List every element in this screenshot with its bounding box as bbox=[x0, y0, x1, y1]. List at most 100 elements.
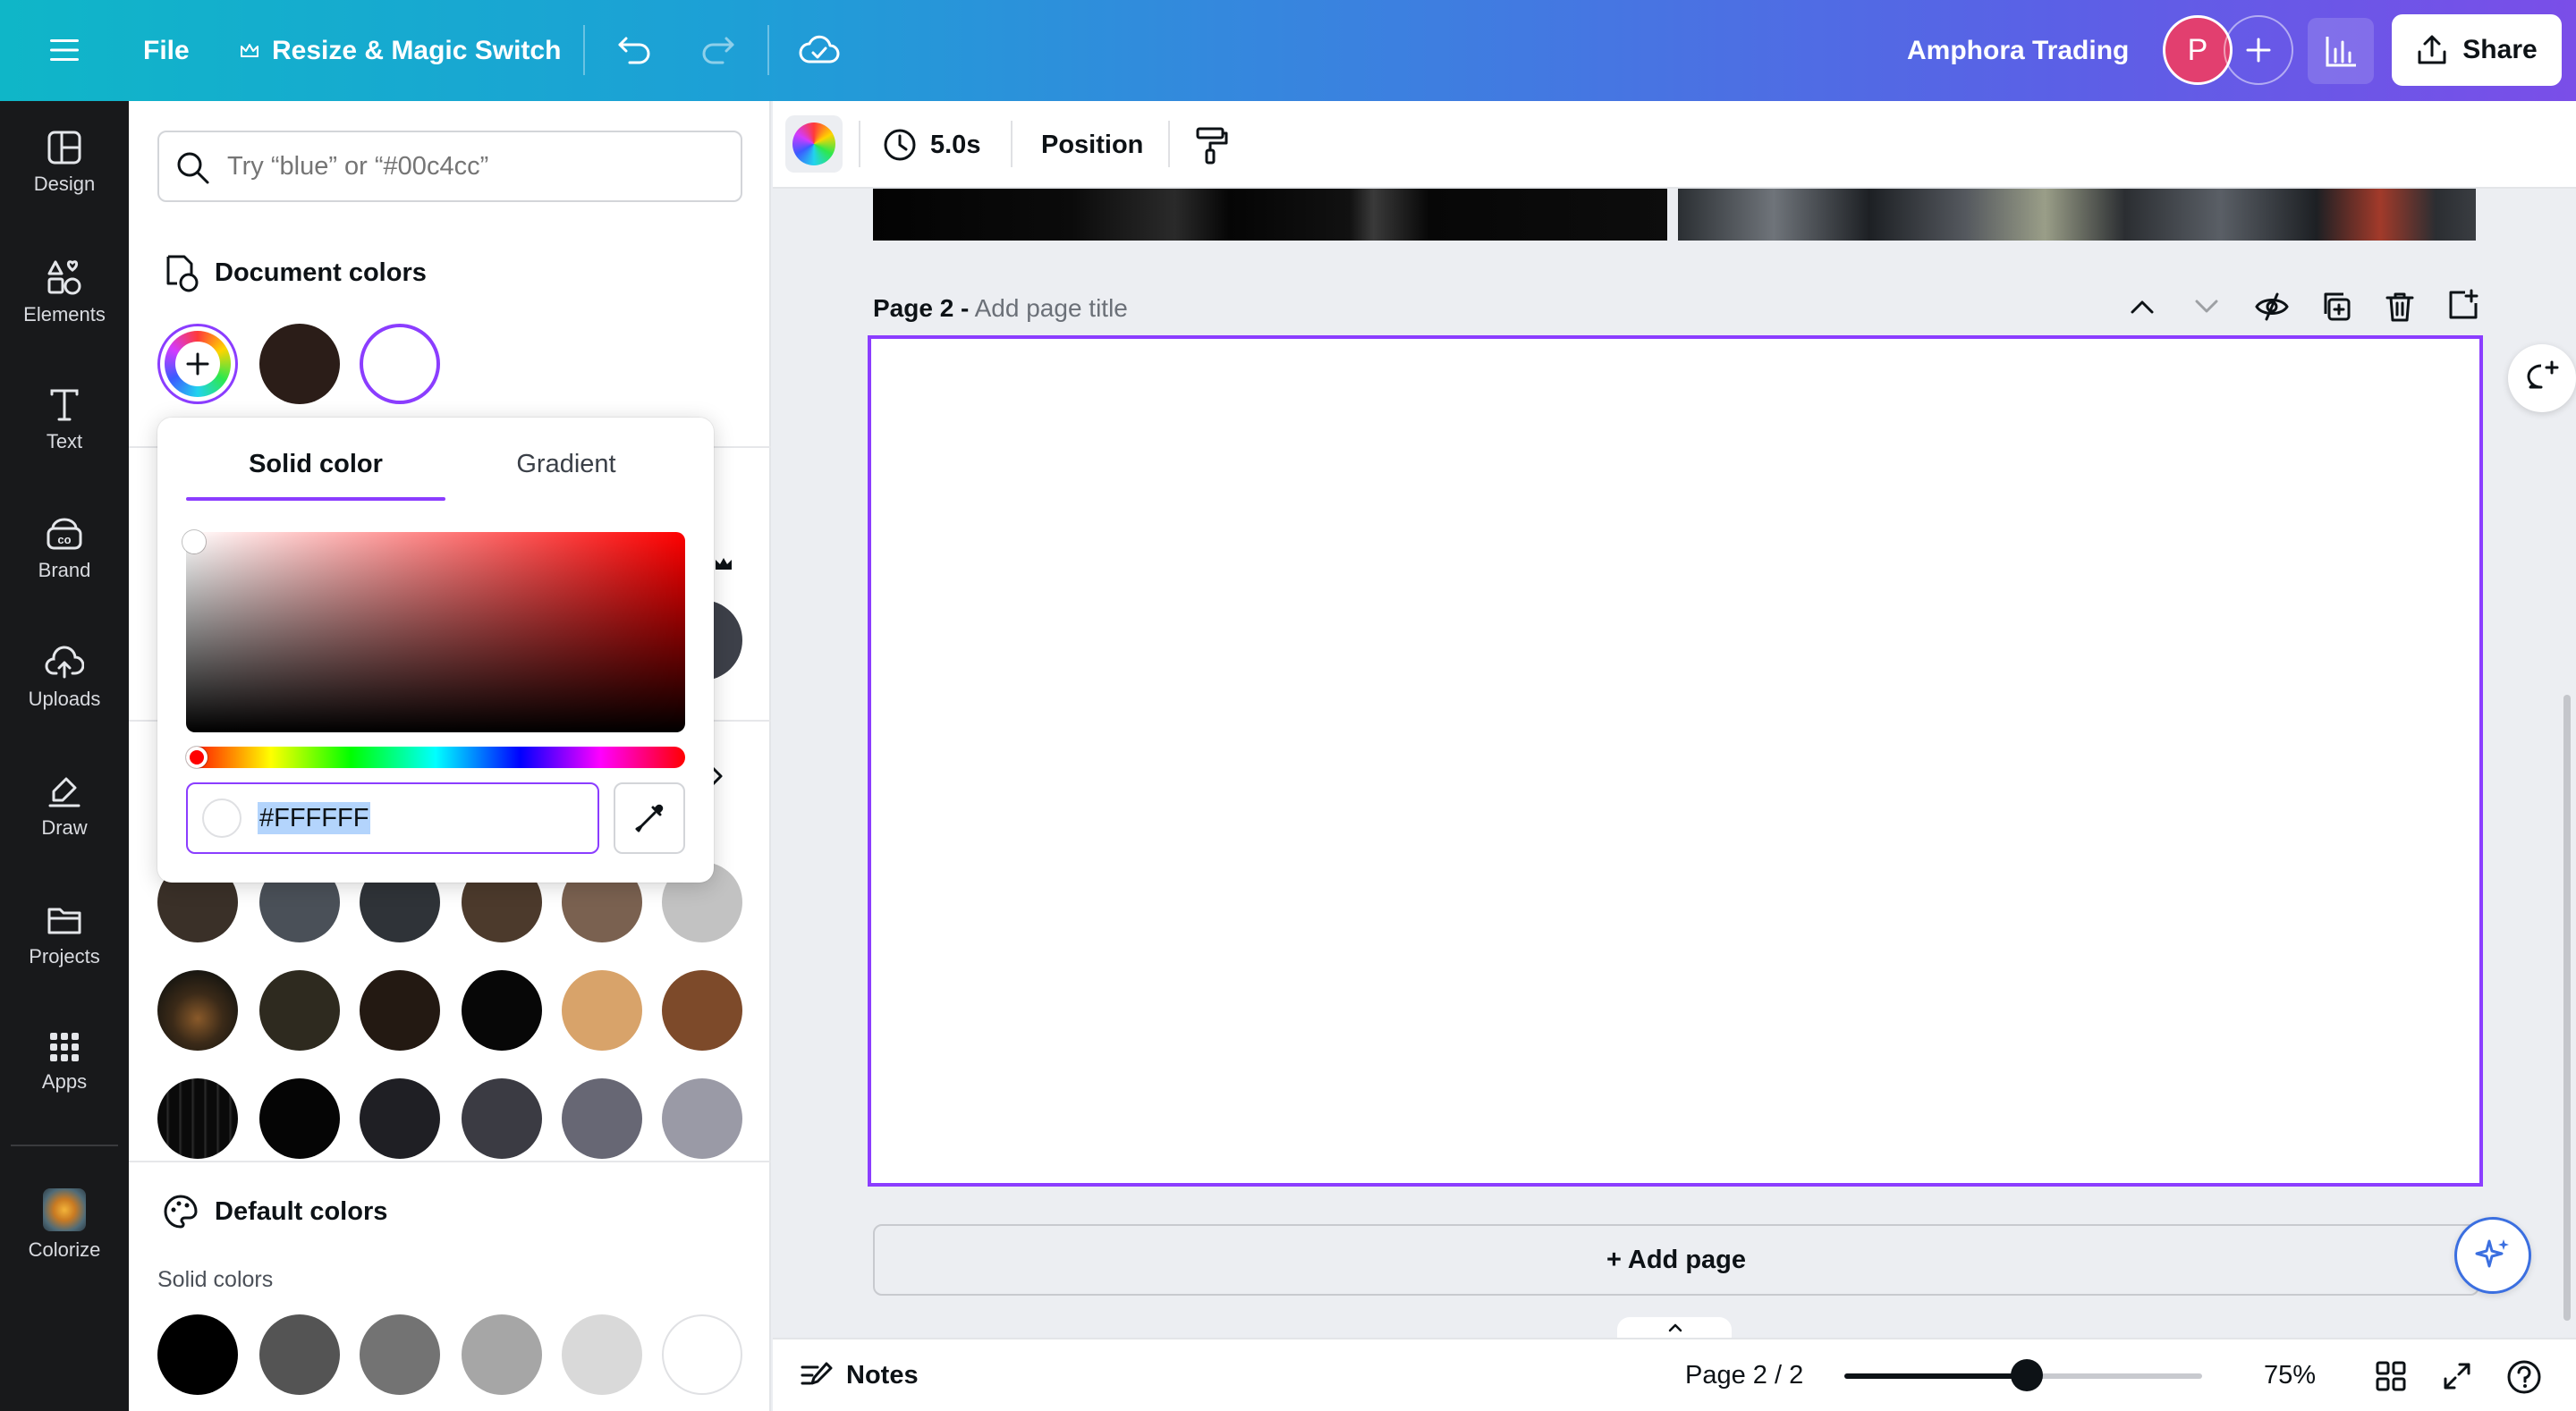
notes-button[interactable]: Notes bbox=[800, 1356, 919, 1395]
elements-icon bbox=[47, 260, 81, 295]
hide-page-icon[interactable] bbox=[2254, 291, 2290, 323]
resize-magic-switch-button[interactable]: Resize & Magic Switch bbox=[240, 0, 561, 101]
add-collaborator-button[interactable] bbox=[2224, 15, 2293, 85]
photo-color-swatch[interactable] bbox=[562, 1078, 642, 1159]
position-button[interactable]: Position bbox=[1041, 123, 1143, 167]
fullscreen-icon[interactable] bbox=[2442, 1361, 2472, 1391]
rail-item-text[interactable]: Text bbox=[0, 387, 129, 503]
menu-icon[interactable] bbox=[39, 25, 89, 75]
move-page-down-icon[interactable] bbox=[2193, 298, 2220, 316]
file-menu-button[interactable]: File bbox=[143, 0, 190, 101]
page-2-canvas[interactable] bbox=[868, 335, 2483, 1187]
rail-item-label: Apps bbox=[41, 1070, 88, 1093]
divider bbox=[129, 1161, 771, 1162]
photo-thumbnail[interactable] bbox=[157, 970, 238, 1051]
photo-color-swatch[interactable] bbox=[462, 1078, 542, 1159]
default-color-swatch[interactable] bbox=[157, 1314, 238, 1395]
photo-color-swatch[interactable] bbox=[662, 1078, 742, 1159]
duplicate-page-icon[interactable] bbox=[2320, 291, 2352, 323]
move-page-up-icon[interactable] bbox=[2129, 298, 2156, 316]
default-color-swatch[interactable] bbox=[462, 1314, 542, 1395]
tab-gradient[interactable]: Gradient bbox=[445, 439, 687, 489]
hue-slider[interactable] bbox=[186, 747, 685, 768]
rail-item-label: Projects bbox=[29, 945, 100, 967]
canvas-area: Page 2 - Add page title + Add page bbox=[773, 189, 2576, 1338]
undo-icon[interactable] bbox=[610, 25, 660, 75]
colorize-app-icon bbox=[43, 1188, 86, 1231]
hex-input-value[interactable]: #FFFFFF bbox=[258, 802, 371, 834]
saturation-value-picker[interactable] bbox=[186, 532, 685, 732]
photo-color-swatch[interactable] bbox=[259, 970, 340, 1051]
zoom-level[interactable]: 75% bbox=[2247, 1356, 2333, 1395]
show-pages-tab[interactable] bbox=[1617, 1317, 1732, 1338]
rail-divider bbox=[11, 1145, 118, 1146]
add-page-button[interactable]: + Add page bbox=[873, 1224, 2479, 1296]
document-palette-icon bbox=[166, 255, 199, 292]
timing-button[interactable]: 5.0s bbox=[882, 123, 980, 167]
avatar[interactable]: P bbox=[2163, 15, 2233, 85]
rail-item-colorize[interactable]: Colorize bbox=[0, 1188, 129, 1305]
photo-color-swatch[interactable] bbox=[259, 1078, 340, 1159]
design-icon bbox=[47, 131, 81, 165]
page-1-image-left[interactable] bbox=[873, 189, 1667, 241]
photo-color-swatch[interactable] bbox=[462, 970, 542, 1051]
add-page-icon[interactable] bbox=[2447, 289, 2479, 321]
rail-item-projects[interactable]: Projects bbox=[0, 902, 129, 1018]
rail-item-label: Brand bbox=[38, 559, 91, 581]
rail-item-uploads[interactable]: Uploads bbox=[0, 645, 129, 761]
hex-input-field[interactable]: #FFFFFF bbox=[186, 782, 599, 854]
duration-label: 5.0s bbox=[930, 130, 981, 159]
rail-item-design[interactable]: Design bbox=[0, 130, 129, 246]
photo-color-swatch[interactable] bbox=[562, 970, 642, 1051]
rail-item-apps[interactable]: Apps bbox=[0, 1031, 129, 1147]
project-name[interactable]: Amphora Trading bbox=[1907, 0, 2129, 101]
color-search-input[interactable] bbox=[227, 145, 728, 188]
color-button[interactable] bbox=[785, 115, 843, 173]
share-button[interactable]: Share bbox=[2392, 14, 2562, 86]
page-1-image-right[interactable] bbox=[1678, 189, 2476, 241]
redo-icon[interactable] bbox=[692, 25, 742, 75]
palette-icon bbox=[164, 1195, 198, 1229]
rail-item-draw[interactable]: Draw bbox=[0, 773, 129, 890]
delete-page-icon[interactable] bbox=[2385, 291, 2415, 323]
resize-magic-switch-label: Resize & Magic Switch bbox=[272, 36, 562, 65]
page-indicator[interactable]: Page 2 / 2 bbox=[1685, 1356, 1803, 1395]
cloud-saved-icon[interactable] bbox=[794, 25, 844, 75]
notes-icon bbox=[801, 1362, 833, 1385]
copy-style-button[interactable] bbox=[1190, 123, 1234, 167]
rail-item-label: Elements bbox=[23, 303, 106, 325]
color-search-box[interactable] bbox=[157, 131, 742, 202]
vertical-scrollbar[interactable] bbox=[2563, 695, 2571, 1321]
default-color-swatch[interactable] bbox=[662, 1314, 742, 1395]
help-icon[interactable] bbox=[2506, 1359, 2542, 1395]
grid-view-icon[interactable] bbox=[2376, 1361, 2406, 1391]
hue-slider-handle[interactable] bbox=[186, 747, 208, 768]
photo-thumbnail[interactable] bbox=[157, 1078, 238, 1159]
active-tab-indicator bbox=[186, 497, 445, 501]
paint-roller-icon bbox=[1196, 127, 1228, 165]
eyedropper-icon bbox=[635, 804, 664, 832]
default-color-swatch[interactable] bbox=[259, 1314, 340, 1395]
photo-color-swatch[interactable] bbox=[662, 970, 742, 1051]
add-color-button[interactable] bbox=[157, 324, 238, 404]
comment-add-icon bbox=[2527, 360, 2559, 389]
document-color-swatch-selected[interactable] bbox=[360, 324, 440, 404]
magic-assistant-button[interactable] bbox=[2454, 1217, 2531, 1294]
rail-item-brand[interactable]: co Brand bbox=[0, 516, 129, 632]
page-title-input[interactable]: Add page title bbox=[975, 294, 1128, 322]
toolbar-divider bbox=[1011, 121, 1013, 167]
default-color-swatch[interactable] bbox=[360, 1314, 440, 1395]
zoom-slider-fill bbox=[1844, 1373, 2027, 1379]
zoom-slider-handle[interactable] bbox=[2011, 1359, 2043, 1391]
document-colors-title: Document colors bbox=[215, 258, 427, 287]
insights-button[interactable] bbox=[2308, 18, 2374, 84]
eyedropper-button[interactable] bbox=[614, 782, 685, 854]
color-picker-handle[interactable] bbox=[182, 530, 206, 553]
tab-solid-color[interactable]: Solid color bbox=[186, 439, 445, 489]
photo-color-swatch[interactable] bbox=[360, 1078, 440, 1159]
default-color-swatch[interactable] bbox=[562, 1314, 642, 1395]
rail-item-elements[interactable]: Elements bbox=[0, 258, 129, 375]
photo-color-swatch[interactable] bbox=[360, 970, 440, 1051]
add-comment-button[interactable] bbox=[2508, 344, 2576, 412]
document-color-swatch[interactable] bbox=[259, 324, 340, 404]
